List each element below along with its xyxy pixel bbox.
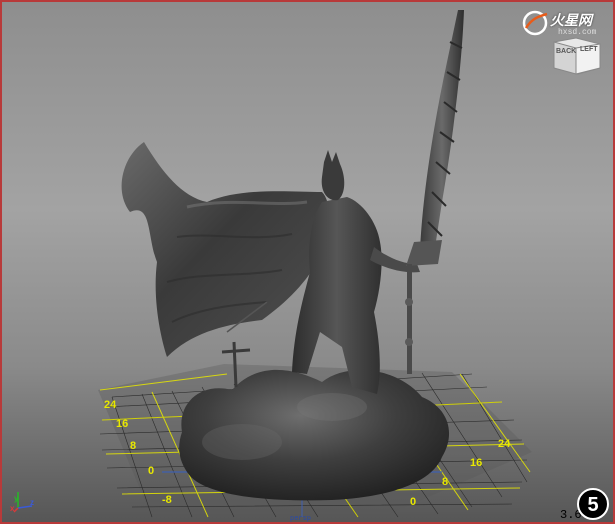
- scene-render: [98, 10, 532, 518]
- camera-label: persp: [290, 515, 312, 523]
- cube-face-back[interactable]: BACK: [556, 48, 576, 55]
- grid-tick-left: -8: [162, 494, 172, 506]
- axis-y-label: y: [14, 494, 19, 503]
- grid-tick-left: 16: [116, 418, 129, 430]
- lance-shaft: [407, 264, 412, 374]
- grid-tick-left: 0: [148, 465, 155, 477]
- 3d-viewport[interactable]: 24 16 8 0 -8 24 16 8 0 火星网 hxsd.com BACK…: [0, 0, 615, 524]
- axis-x-label: x: [10, 504, 15, 513]
- grid-tick-left: 8: [130, 440, 137, 452]
- watermark-title: 火星网: [550, 12, 592, 28]
- view-cube[interactable]: BACK LEFT: [550, 36, 604, 76]
- axis-gizmo: y z x: [10, 486, 40, 516]
- cube-face-left[interactable]: LEFT: [580, 46, 598, 53]
- grid-tick-left: 24: [104, 399, 117, 411]
- grid-tick-right: 0: [410, 496, 417, 508]
- sword-in-rock: [232, 341, 238, 388]
- step-badge: 5: [577, 488, 609, 520]
- cube-icon: [553, 37, 601, 75]
- knight-helmet: [321, 150, 345, 201]
- globe-icon: [522, 10, 548, 36]
- axis-z-label: z: [30, 498, 34, 507]
- grid-tick-right: 24: [498, 438, 511, 450]
- lance-banner: [406, 240, 442, 266]
- grid-tick-right: 8: [442, 476, 449, 488]
- grid-tick-right: 16: [470, 457, 483, 469]
